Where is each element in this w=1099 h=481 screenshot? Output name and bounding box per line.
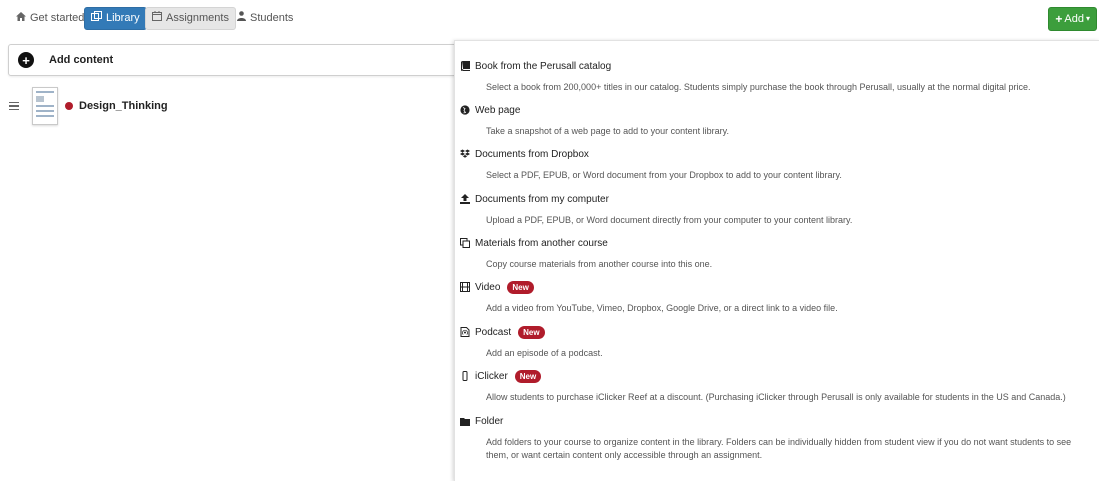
add-button[interactable]: + Add ▾: [1048, 7, 1097, 31]
new-badge: New: [518, 325, 545, 339]
menu-item-iclicker[interactable]: iClicker New Allow students to purchase …: [460, 369, 1090, 404]
document-thumbnail[interactable]: [32, 87, 58, 125]
library-item[interactable]: Design_Thinking: [8, 86, 168, 126]
menu-item-my-computer[interactable]: Documents from my computer Upload a PDF,…: [460, 192, 1090, 227]
folder-icon: [460, 416, 470, 426]
tab-label: Get started: [30, 12, 85, 24]
tab-library[interactable]: Library: [84, 7, 147, 30]
globe-icon: [460, 105, 470, 115]
caret-down-icon: ▾: [1085, 14, 1090, 23]
film-icon: [460, 282, 470, 292]
new-badge: New: [507, 280, 534, 294]
new-badge: New: [514, 369, 542, 383]
menu-item-folder[interactable]: Folder Add folders to your course to org…: [460, 414, 1090, 462]
calendar-icon: [152, 7, 162, 30]
upload-icon: [460, 194, 470, 204]
add-content-label: Add content: [49, 54, 114, 66]
add-content-button[interactable]: + Add content: [8, 44, 478, 76]
user-icon: [237, 7, 246, 30]
drag-handle-icon[interactable]: [9, 101, 19, 111]
menu-item-title: Book from the Perusall catalog: [475, 60, 612, 72]
menu-item-video[interactable]: Video New Add a video from YouTube, Vime…: [460, 280, 1090, 315]
menu-item-title: Documents from Dropbox: [475, 148, 589, 160]
menu-item-description: Add an episode of a podcast.: [486, 348, 603, 358]
tab-label: Library: [106, 12, 140, 24]
menu-item-description: Take a snapshot of a web page to add to …: [486, 126, 729, 136]
add-button-label: Add: [1064, 13, 1084, 25]
menu-item-title: Materials from another course: [475, 237, 608, 249]
menu-item-title: Folder: [475, 415, 504, 427]
add-content-menu: Book from the Perusall catalog Select a …: [454, 40, 1099, 481]
status-dot-icon: [65, 102, 73, 110]
clicker-icon: [460, 371, 470, 381]
tab-label: Students: [250, 12, 294, 24]
menu-item-title: Documents from my computer: [475, 193, 609, 205]
menu-item-description: Select a book from 200,000+ titles in ou…: [486, 82, 1031, 92]
menu-item-title: Video: [475, 281, 501, 293]
tab-label: Assignments: [166, 12, 229, 24]
top-navigation: Get started Library Assignments Students…: [0, 0, 1099, 36]
menu-item-another-course[interactable]: Materials from another course Copy cours…: [460, 236, 1090, 271]
podcast-icon: [460, 327, 470, 337]
menu-item-description: Add a video from YouTube, Vimeo, Dropbox…: [486, 303, 838, 313]
menu-item-description: Copy course materials from another cours…: [486, 259, 713, 269]
tab-students[interactable]: Students: [231, 7, 299, 30]
menu-item-description: Allow students to purchase iClicker Reef…: [486, 392, 1066, 402]
dropbox-icon: [460, 149, 470, 159]
menu-item-description: Select a PDF, EPUB, or Word document fro…: [486, 170, 842, 180]
menu-item-podcast[interactable]: Podcast New Add an episode of a podcast.: [460, 325, 1090, 360]
menu-item-title: Podcast: [475, 326, 512, 338]
book-icon: [460, 61, 470, 71]
menu-item-book-catalog[interactable]: Book from the Perusall catalog Select a …: [460, 59, 1090, 94]
menu-item-title: iClicker: [475, 370, 508, 382]
tab-assignments[interactable]: Assignments: [145, 7, 236, 30]
library-icon: [91, 7, 102, 30]
menu-item-dropbox[interactable]: Documents from Dropbox Select a PDF, EPU…: [460, 147, 1090, 182]
menu-item-description: Add folders to your course to organize c…: [486, 437, 1072, 460]
menu-item-description: Upload a PDF, EPUB, or Word document dir…: [486, 215, 853, 225]
menu-item-web-page[interactable]: Web page Take a snapshot of a web page t…: [460, 103, 1090, 138]
home-icon: [16, 7, 26, 30]
document-name[interactable]: Design_Thinking: [79, 100, 168, 112]
copy-icon: [460, 238, 470, 248]
menu-item-title: Web page: [475, 104, 521, 116]
tab-get-started[interactable]: Get started: [10, 7, 90, 30]
plus-circle-icon: +: [18, 52, 34, 68]
plus-icon: +: [1055, 12, 1063, 26]
